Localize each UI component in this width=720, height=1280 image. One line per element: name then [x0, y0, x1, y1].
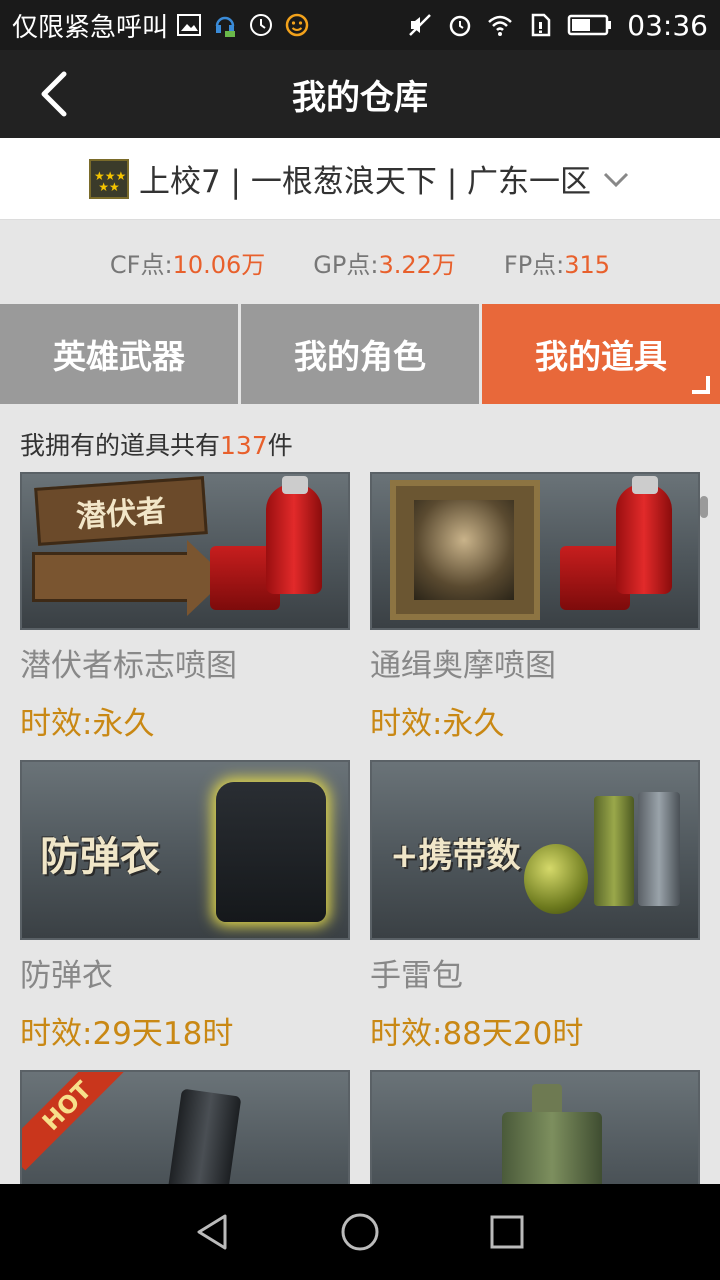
account-selector[interactable]: ★★★ ★★ 上校7 | 一根葱浪天下 | 广东一区	[0, 138, 720, 220]
item-duration: 时效:29天18时	[20, 1016, 234, 1052]
mute-icon	[409, 14, 432, 36]
alarm-icon	[450, 15, 471, 37]
item-thumbnail: +携带数	[370, 760, 700, 940]
item-duration: 时效:永久	[370, 706, 505, 742]
sim-icon	[532, 13, 551, 37]
thumb-label-text: 防弹衣	[40, 834, 160, 880]
title-bar: 我的仓库	[0, 50, 720, 138]
item-thumbnail	[370, 472, 700, 630]
spray-can-icon	[616, 484, 672, 594]
item-card[interactable]: 潜伏者 潜伏者标志喷图 时效:永久	[20, 472, 350, 743]
account-info: 上校7 | 一根葱浪天下 | 广东一区	[138, 164, 592, 200]
nav-recents-button[interactable]	[482, 1207, 532, 1257]
chevron-down-icon	[603, 172, 629, 187]
headset-icon	[215, 16, 236, 37]
item-card[interactable]: 防弹衣 防弹衣 时效:29天18时	[20, 760, 350, 1053]
item-card[interactable]: 通缉奥摩喷图 时效:永久	[370, 472, 700, 743]
back-button[interactable]	[26, 66, 82, 122]
tab-hero-weapons[interactable]: 英雄武器	[0, 304, 238, 404]
canister-icon	[638, 792, 680, 906]
cf-points: CF点:10.06万	[109, 250, 266, 279]
item-name: 手雷包	[370, 958, 463, 994]
tab-my-items[interactable]: 我的道具	[479, 304, 720, 404]
thumb-label-text: +携带数	[390, 836, 521, 876]
wanted-portrait-icon	[390, 480, 540, 620]
square-recents-icon	[490, 1215, 524, 1249]
status-bar: 仅限紧急呼叫 03:36	[0, 0, 720, 50]
points-row: CF点:10.06万 GP点:3.22万 FP点:315	[0, 220, 720, 304]
hot-badge: HOT	[22, 1072, 132, 1171]
smiley-icon	[285, 13, 309, 37]
item-name: 通缉奥摩喷图	[370, 648, 556, 684]
item-count-summary: 我拥有的道具共有137件	[20, 431, 293, 460]
rank-badge-icon: ★★★ ★★	[88, 158, 129, 199]
status-icons-left	[176, 12, 310, 38]
clock-time: 03:36	[627, 8, 708, 42]
item-name: 潜伏者标志喷图	[20, 648, 237, 684]
thumb-sign-text: 潜伏者	[34, 476, 208, 546]
fp-points: FP点:315	[503, 250, 611, 279]
corner-indicator-icon	[692, 376, 710, 394]
spray-can-icon	[266, 484, 322, 594]
image-icon	[177, 14, 202, 36]
carrier-text: 仅限紧急呼叫	[12, 12, 169, 43]
scrollbar-thumb[interactable]	[700, 496, 708, 518]
nav-back-button[interactable]	[188, 1207, 238, 1257]
item-duration: 时效:永久	[20, 706, 155, 742]
page-title: 我的仓库	[292, 77, 428, 118]
vest-icon	[216, 782, 326, 922]
canister-icon	[594, 796, 634, 906]
circle-home-icon	[341, 1213, 379, 1251]
system-nav-bar	[0, 1184, 720, 1280]
item-duration: 时效:88天20时	[370, 1016, 584, 1052]
item-thumbnail: 潜伏者	[20, 472, 350, 630]
item-card[interactable]: +携带数 手雷包 时效:88天20时	[370, 760, 700, 1053]
back-arrow-icon	[41, 71, 67, 117]
status-icons-right: 03:36	[407, 9, 708, 42]
item-name: 防弹衣	[20, 958, 113, 994]
battery-icon	[568, 14, 612, 36]
item-thumbnail: 防弹衣	[20, 760, 350, 940]
gp-points: GP点:3.22万	[313, 250, 456, 279]
grenade-icon	[524, 844, 588, 914]
tab-bar: 英雄武器 我的角色 我的道具	[0, 304, 720, 404]
app-root: 仅限紧急呼叫 03:36 我的仓库 ★★★ ★★ 上校7 | 一根葱浪天下 | 广…	[0, 0, 720, 1280]
wifi-icon	[488, 15, 513, 36]
triangle-back-icon	[197, 1214, 227, 1250]
sync-icon	[250, 14, 273, 36]
tab-my-characters[interactable]: 我的角色	[238, 304, 479, 404]
nav-home-button[interactable]	[335, 1207, 385, 1257]
